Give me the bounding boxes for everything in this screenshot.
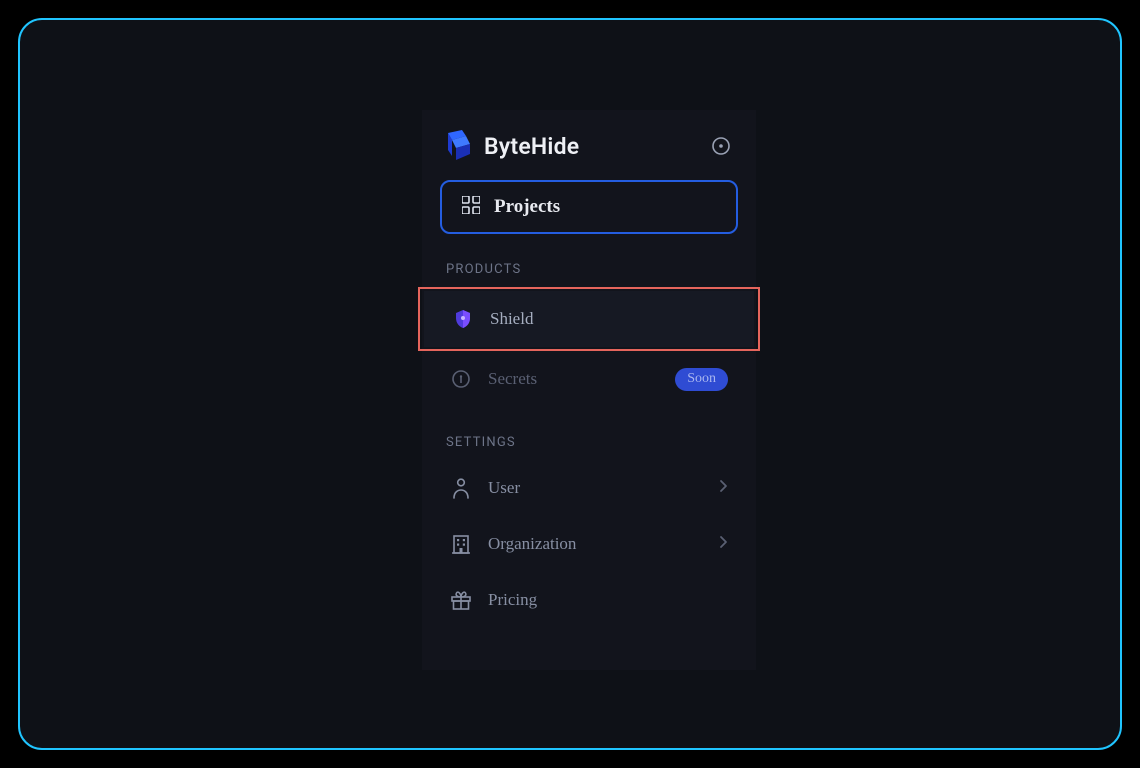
chevron-right-icon <box>719 478 728 498</box>
soon-badge: Soon <box>675 368 728 391</box>
nav-primary: Projects <box>422 180 756 262</box>
collapse-sidebar-button[interactable] <box>710 135 732 157</box>
annotation-highlight: Shield <box>418 287 760 351</box>
user-icon <box>450 477 472 499</box>
nav-item-label: Organization <box>488 534 703 554</box>
nav-item-user[interactable]: User <box>422 460 756 516</box>
brand-row: ByteHide <box>422 110 756 180</box>
brand[interactable]: ByteHide <box>446 130 579 162</box>
nav-item-organization[interactable]: Organization <box>422 516 756 572</box>
nav-item-label: User <box>488 478 703 498</box>
nav-item-label: Projects <box>494 196 560 218</box>
nav-item-label: Pricing <box>488 590 728 610</box>
nav-item-label: Secrets <box>488 369 659 389</box>
app-frame: ByteHide Projects <box>18 18 1122 750</box>
nav-item-projects[interactable]: Projects <box>440 180 738 234</box>
brand-name: ByteHide <box>484 133 579 160</box>
grid-icon <box>462 196 480 218</box>
section-header-settings: SETTINGS <box>422 435 756 460</box>
circle-dot-icon <box>711 136 731 156</box>
bytehide-logo-icon <box>446 130 472 162</box>
nav-item-label: Shield <box>490 309 726 329</box>
nav-item-pricing[interactable]: Pricing <box>422 572 756 628</box>
section-header-products: PRODUCTS <box>422 262 756 287</box>
nav-item-secrets: Secrets Soon <box>422 351 756 407</box>
sidebar: ByteHide Projects <box>422 110 756 670</box>
nav-item-shield[interactable]: Shield <box>424 291 754 347</box>
key-icon <box>450 368 472 390</box>
building-icon <box>450 533 472 555</box>
chevron-right-icon <box>719 534 728 554</box>
gift-icon <box>450 589 472 611</box>
shield-icon <box>452 308 474 330</box>
